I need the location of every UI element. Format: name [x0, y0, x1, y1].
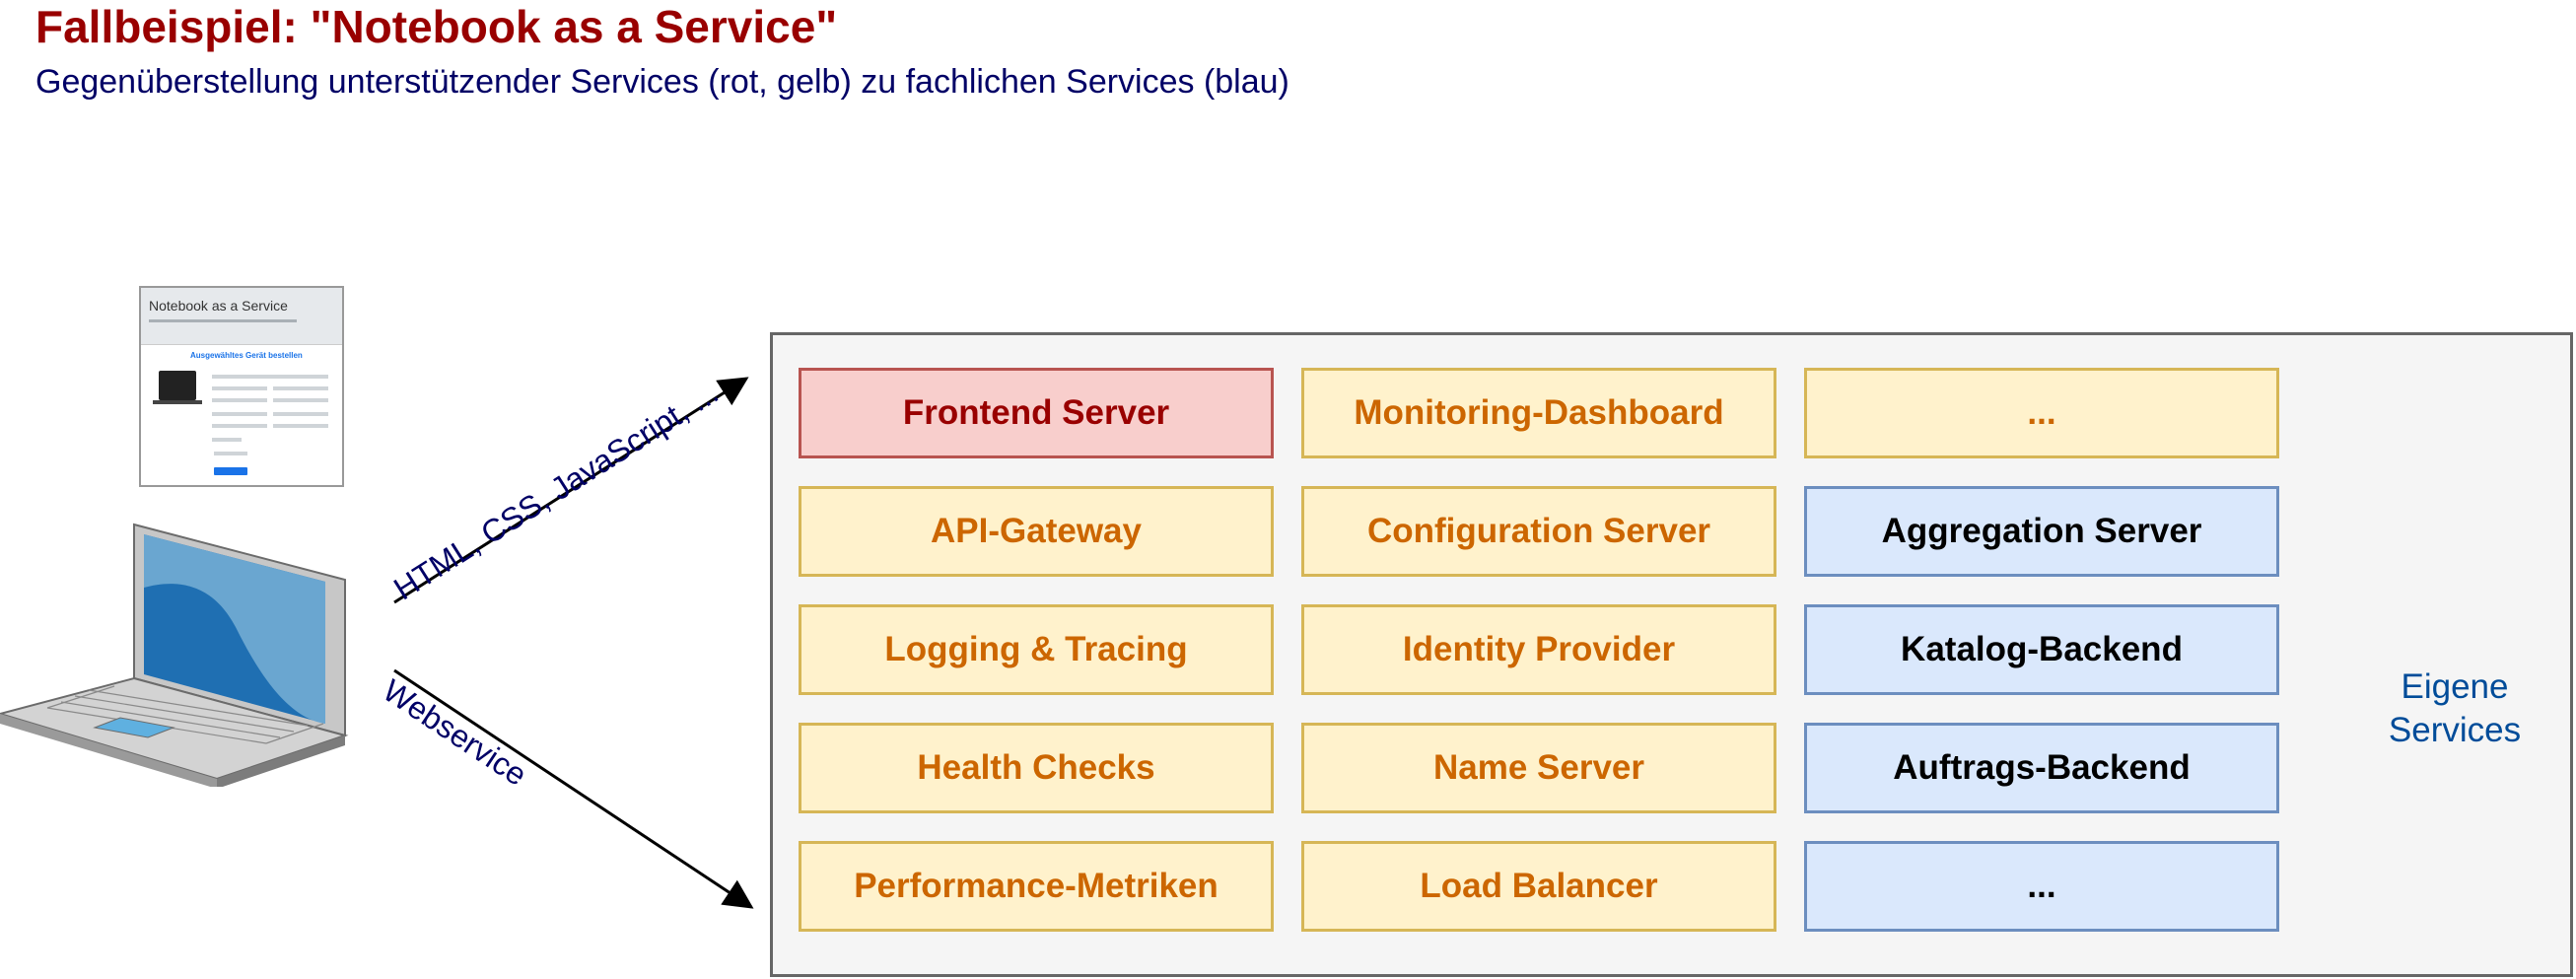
service-more-supporting: ...	[1804, 368, 2279, 458]
service-more-business: ...	[1804, 841, 2279, 932]
own-services-line1: Eigene	[2401, 667, 2509, 706]
service-katalog-backend: Katalog-Backend	[1804, 604, 2279, 695]
service-health-checks: Health Checks	[799, 723, 1274, 813]
service-monitoring-dashboard: Monitoring-Dashboard	[1301, 368, 1776, 458]
service-performance-metriken: Performance-Metriken	[799, 841, 1274, 932]
service-name-server: Name Server	[1301, 723, 1776, 813]
own-services-line2: Services	[2388, 711, 2522, 749]
service-load-balancer: Load Balancer	[1301, 841, 1776, 932]
service-configuration-server: Configuration Server	[1301, 486, 1776, 577]
service-auftrags-backend: Auftrags-Backend	[1804, 723, 2279, 813]
service-logging-tracing: Logging & Tracing	[799, 604, 1274, 695]
own-services-label: Eigene Services	[2371, 665, 2539, 752]
service-aggregation-server: Aggregation Server	[1804, 486, 2279, 577]
service-identity-provider: Identity Provider	[1301, 604, 1776, 695]
service-frontend-server: Frontend Server	[799, 368, 1274, 458]
service-api-gateway: API-Gateway	[799, 486, 1274, 577]
